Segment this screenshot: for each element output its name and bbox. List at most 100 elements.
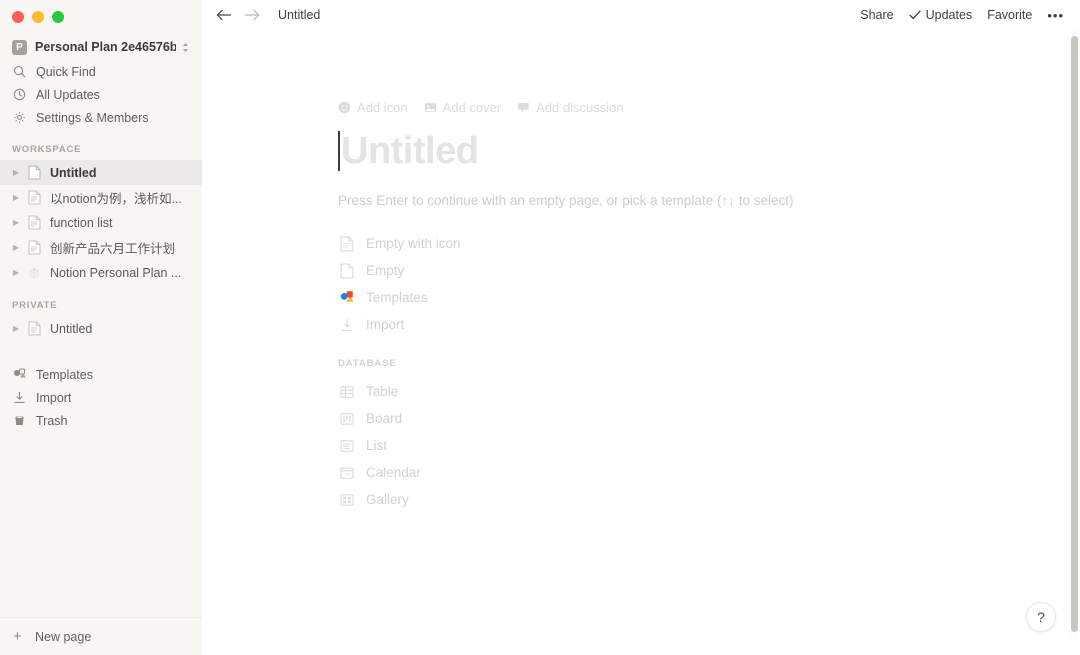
option-label: Table [366,384,399,399]
option-gallery[interactable]: Gallery [338,486,1080,513]
sidebar-page-label: function list [50,215,113,230]
close-button[interactable] [12,11,24,23]
page-meta-actions: Add icon Add cover Add discussion [338,100,1080,115]
option-empty-with-icon[interactable]: Empty with icon [338,230,1080,257]
chevron-right-icon[interactable]: ▶ [10,324,22,333]
list-icon [338,439,356,453]
sidebar-page-june-plan[interactable]: ▶ 创新产品六月工作计划 [0,235,202,260]
option-import[interactable]: Import [338,311,1080,338]
option-table[interactable]: Table [338,378,1080,405]
zoom-button[interactable] [52,11,64,23]
page-content: Add icon Add cover Add discussion Untitl… [202,30,1080,513]
option-label: Empty [366,263,405,278]
chevron-right-icon[interactable]: ▶ [10,243,22,252]
check-icon [908,10,921,20]
chevron-right-icon[interactable]: ▶ [10,268,22,277]
chevron-right-icon[interactable]: ▶ [10,168,22,177]
add-discussion-button[interactable]: Add discussion [517,100,624,115]
workspace-switcher[interactable]: P Personal Plan 2e46576b [6,34,196,60]
sidebar-item-label: Templates [36,367,93,382]
sidebar-section-workspace-heading: WORKSPACE [12,144,82,155]
breadcrumb[interactable]: Untitled [278,8,320,22]
table-icon [338,385,356,399]
arrow-left-icon[interactable] [216,8,232,22]
minimize-button[interactable] [32,11,44,23]
gallery-icon [338,493,356,507]
window-traffic-lights [0,0,202,30]
sidebar-section-private-heading: PRIVATE [12,300,58,311]
smiley-icon [338,101,351,114]
page-lines-icon [26,215,42,230]
svg-text:31: 31 [345,472,350,477]
image-icon [424,101,437,114]
import-icon [12,390,27,405]
new-page-button[interactable]: + New page [0,617,202,655]
share-button[interactable]: Share [860,8,893,22]
option-label: List [366,438,388,453]
sidebar-item-label: Trash [36,413,68,428]
sidebar-item-label: Import [36,390,72,405]
page-lines-icon [26,240,42,255]
chevron-right-icon[interactable]: ▶ [10,193,22,202]
chevron-updown-icon [181,42,190,53]
sidebar-item-import[interactable]: Import [6,386,196,409]
import-icon [338,318,356,332]
text-caret [338,131,340,171]
updates-button[interactable]: Updates [908,8,972,22]
page-blank-icon [338,263,356,279]
option-list[interactable]: List [338,432,1080,459]
sidebar-page-notion-personal-plan[interactable]: ▶ Notion Personal Plan ... [0,260,202,285]
calendar-icon: 31 [338,466,356,480]
main-area: Untitled Share Updates Favorite ••• Add … [202,0,1080,655]
search-icon [12,64,27,79]
option-label: Empty with icon [366,236,461,251]
option-calendar[interactable]: 31 Calendar [338,459,1080,486]
page-title-placeholder: Untitled [341,130,479,172]
sidebar-page-label: 以notion为例，浅析如... [50,192,182,206]
add-cover-label: Add cover [442,100,502,115]
trash-icon [12,413,27,428]
sidebar-page-notion-analysis[interactable]: ▶ 以notion为例，浅析如... [0,185,202,210]
option-empty[interactable]: Empty [338,257,1080,284]
database-section-heading: DATABASE [338,358,397,369]
option-label: Import [366,317,405,332]
chevron-right-icon[interactable]: ▶ [10,218,22,227]
top-bar: Untitled Share Updates Favorite ••• [202,0,1080,30]
sidebar-page-label: Untitled [50,321,93,336]
sidebar-item-all-updates[interactable]: All Updates [6,83,196,106]
favorite-button[interactable]: Favorite [987,8,1032,22]
sidebar-private-page-untitled[interactable]: ▶ Untitled [0,316,202,341]
sidebar-page-label: 创新产品六月工作计划 [50,242,176,256]
plus-icon: + [13,628,22,645]
notion-window: P Personal Plan 2e46576b Quick Find All … [0,0,1080,655]
vertical-scrollbar[interactable] [1070,30,1078,640]
templates-icon [12,367,27,382]
workspace-name: Personal Plan 2e46576b [35,40,176,54]
option-board[interactable]: Board [338,405,1080,432]
sidebar-item-settings-members[interactable]: Settings & Members [6,106,196,129]
add-icon-button[interactable]: Add icon [338,100,408,115]
board-icon [338,412,356,426]
sidebar-page-function-list[interactable]: ▶ function list [0,210,202,235]
share-label: Share [860,8,894,22]
sidebar-item-quick-find[interactable]: Quick Find [6,60,196,83]
help-button[interactable]: ? [1026,602,1056,632]
sidebar-item-label: Quick Find [36,64,96,79]
comment-icon [517,101,530,114]
add-cover-button[interactable]: Add cover [424,100,502,115]
page-title-input[interactable]: Untitled [338,125,1080,177]
arrow-right-icon[interactable] [244,8,260,22]
sidebar-bottom-nav: Templates Import Trash [0,363,202,432]
sidebar-page-untitled[interactable]: ▶ Untitled [0,160,202,185]
sidebar-item-label: Settings & Members [36,110,149,125]
scrollbar-thumb[interactable] [1070,36,1078,632]
sidebar-item-templates[interactable]: Templates [6,363,196,386]
workspace-avatar: P [12,39,27,55]
option-templates[interactable]: Templates [338,284,1080,311]
page-lines-icon [26,190,42,205]
more-options-icon[interactable]: ••• [1047,8,1064,23]
help-label: ? [1037,609,1045,625]
sidebar-item-label: All Updates [36,87,100,102]
sidebar-item-trash[interactable]: Trash [6,409,196,432]
page-lines-icon [26,321,42,336]
